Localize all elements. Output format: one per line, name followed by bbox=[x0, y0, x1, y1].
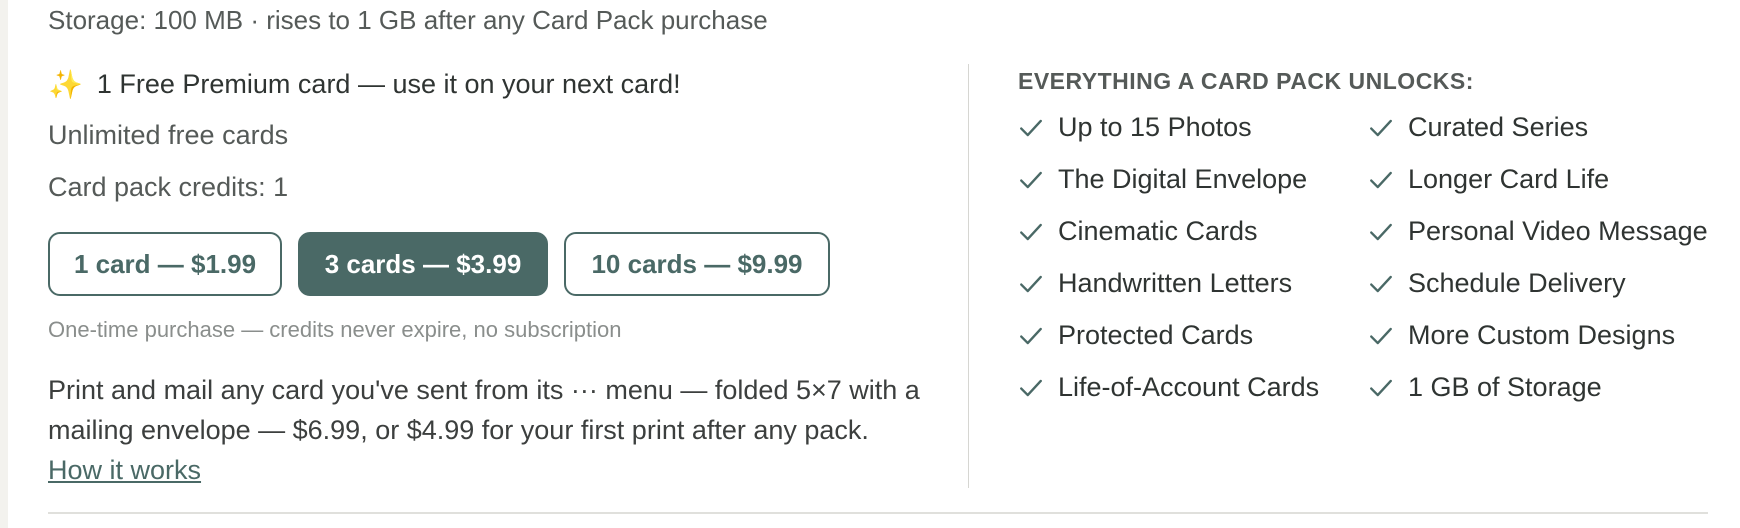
card-pack-credits: Card pack credits: 1 bbox=[48, 172, 289, 202]
pack-3-cards-button[interactable]: 3 cards — $3.99 bbox=[298, 232, 548, 296]
free-premium-text: 1 Free Premium card — use it on your nex… bbox=[96, 69, 681, 99]
check-icon bbox=[1370, 379, 1392, 396]
print-mail-info: Print and mail any card you've sent from… bbox=[48, 370, 928, 490]
feature-item: Cinematic Cards bbox=[1018, 216, 1258, 247]
check-icon bbox=[1370, 327, 1392, 344]
check-icon bbox=[1370, 119, 1392, 136]
feature-label: Up to 15 Photos bbox=[1058, 112, 1252, 142]
check-icon bbox=[1370, 171, 1392, 188]
unlimited-free-cards: Unlimited free cards bbox=[48, 120, 289, 150]
pack-10-cards-button[interactable]: 10 cards — $9.99 bbox=[564, 232, 830, 296]
feature-label: Handwritten Letters bbox=[1058, 268, 1293, 298]
pack-options: 1 card — $1.99 3 cards — $3.99 10 cards … bbox=[48, 232, 830, 296]
card-pack-panel: Storage: 100 MB · rises to 1 GB after an… bbox=[8, 0, 1740, 528]
feature-label: 1 GB of Storage bbox=[1408, 372, 1602, 402]
feature-label: Protected Cards bbox=[1058, 320, 1254, 350]
feature-item: More Custom Designs bbox=[1368, 320, 1675, 351]
one-time-purchase-note: One-time purchase — credits never expire… bbox=[48, 317, 622, 342]
check-icon bbox=[1370, 275, 1392, 292]
how-it-works-link[interactable]: How it works bbox=[48, 455, 201, 485]
feature-label: Cinematic Cards bbox=[1058, 216, 1258, 246]
feature-label: Life-of-Account Cards bbox=[1058, 372, 1320, 402]
check-icon bbox=[1020, 327, 1042, 344]
feature-item: Schedule Delivery bbox=[1368, 268, 1626, 299]
feature-item: Up to 15 Photos bbox=[1018, 112, 1252, 143]
feature-item: Curated Series bbox=[1368, 112, 1588, 143]
feature-label: More Custom Designs bbox=[1408, 320, 1676, 350]
feature-item: 1 GB of Storage bbox=[1368, 372, 1602, 403]
feature-item: Handwritten Letters bbox=[1018, 268, 1292, 299]
check-icon bbox=[1370, 223, 1392, 240]
storage-info: Storage: 100 MB · rises to 1 GB after an… bbox=[48, 5, 768, 35]
check-icon bbox=[1020, 379, 1042, 396]
feature-label: The Digital Envelope bbox=[1058, 164, 1308, 194]
check-icon bbox=[1020, 119, 1042, 136]
feature-item: Longer Card Life bbox=[1368, 164, 1609, 195]
check-icon bbox=[1020, 223, 1042, 240]
sparkles-icon: ✨ bbox=[48, 69, 83, 100]
unlocks-heading: EVERYTHING A CARD PACK UNLOCKS: bbox=[1018, 68, 1474, 94]
feature-item: The Digital Envelope bbox=[1018, 164, 1307, 195]
feature-label: Curated Series bbox=[1408, 112, 1589, 142]
check-icon bbox=[1020, 171, 1042, 188]
bottom-divider bbox=[48, 512, 1708, 514]
feature-label: Longer Card Life bbox=[1408, 164, 1610, 194]
feature-label: Personal Video Message bbox=[1408, 216, 1708, 246]
feature-item: Life-of-Account Cards bbox=[1018, 372, 1319, 403]
free-premium-banner: ✨ 1 Free Premium card — use it on your n… bbox=[48, 68, 681, 101]
feature-item: Protected Cards bbox=[1018, 320, 1253, 351]
check-icon bbox=[1020, 275, 1042, 292]
print-mail-text: Print and mail any card you've sent from… bbox=[48, 375, 920, 445]
column-divider bbox=[968, 64, 969, 488]
pack-1-card-button[interactable]: 1 card — $1.99 bbox=[48, 232, 282, 296]
feature-item: Personal Video Message bbox=[1368, 216, 1708, 247]
feature-label: Schedule Delivery bbox=[1408, 268, 1626, 298]
